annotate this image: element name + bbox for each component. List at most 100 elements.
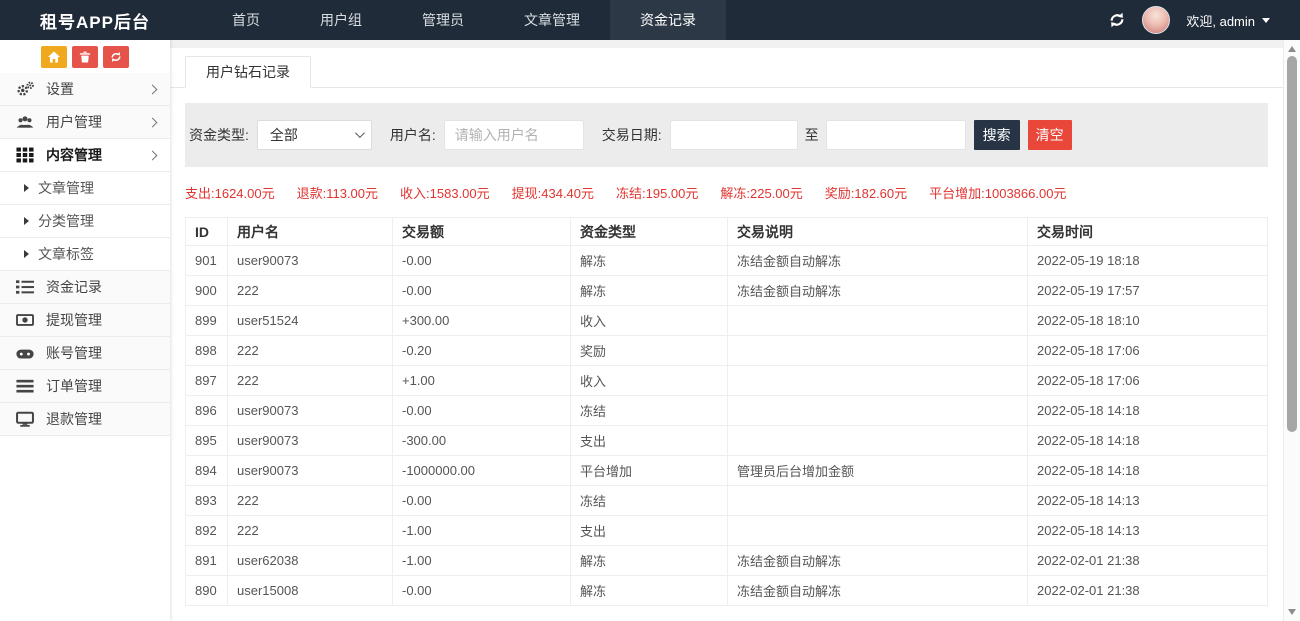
table-cell: 支出: [571, 426, 728, 456]
table-cell: [728, 366, 1028, 396]
table-row: 893222-0.00冻结2022-05-18 14:13: [186, 486, 1268, 516]
table-cell: 891: [186, 546, 228, 576]
sidebar-item-article-management[interactable]: 文章管理: [0, 172, 170, 205]
sidebar-item-withdrawal-management[interactable]: 提现管理: [0, 304, 170, 337]
search-button[interactable]: 搜索: [974, 120, 1020, 150]
sidebar-item-category-management[interactable]: 分类管理: [0, 205, 170, 238]
refresh-icon[interactable]: [1108, 11, 1126, 29]
sidebar-item-user-management[interactable]: 用户管理: [0, 106, 170, 139]
table-cell: 2022-02-01 21:38: [1028, 576, 1268, 606]
table-cell: 2022-05-18 14:18: [1028, 426, 1268, 456]
column-header: 资金类型: [571, 218, 728, 246]
grid-icon: [16, 147, 38, 163]
date-from-input[interactable]: [670, 120, 798, 150]
nav-item-article-management[interactable]: 文章管理: [494, 0, 610, 40]
nav-item-fund-records[interactable]: 资金记录: [610, 0, 726, 40]
sidebar-item-content-management[interactable]: 内容管理: [0, 139, 170, 172]
table-row: 892222-1.00支出2022-05-18 14:13: [186, 516, 1268, 546]
summary-stats: 支出:1624.00元退款:113.00元收入:1583.00元提现:434.4…: [185, 183, 1268, 202]
table-header-row: ID用户名交易额资金类型交易说明交易时间: [186, 218, 1268, 246]
avatar[interactable]: [1142, 6, 1170, 34]
gamepad-icon: [16, 345, 38, 361]
date-to-input[interactable]: [826, 120, 966, 150]
chevron-right-icon: [148, 117, 158, 127]
table-cell: 冻结金额自动解冻: [728, 546, 1028, 576]
table-cell: user90073: [228, 456, 393, 486]
sidebar-item-label: 账号管理: [46, 343, 102, 363]
triangle-right-icon: [24, 250, 29, 258]
sidebar-item-label: 内容管理: [46, 145, 102, 165]
username-input[interactable]: [444, 120, 584, 150]
sidebar-item-label: 资金记录: [46, 277, 102, 297]
table-cell: 冻结: [571, 396, 728, 426]
table-cell: 支出: [571, 516, 728, 546]
triangle-right-icon: [24, 217, 29, 225]
recycle-button[interactable]: [103, 46, 129, 68]
table-cell: 222: [228, 516, 393, 546]
table-row: 895user90073-300.00支出2022-05-18 14:18: [186, 426, 1268, 456]
table-cell: 冻结金额自动解冻: [728, 276, 1028, 306]
sidebar-item-settings[interactable]: 设置: [0, 73, 170, 106]
records-table: ID用户名交易额资金类型交易说明交易时间 901user90073-0.00解冻…: [185, 217, 1268, 606]
table-cell: -1.00: [393, 516, 571, 546]
stat-item: 提现:434.40元: [512, 183, 594, 202]
sidebar-item-article-tags[interactable]: 文章标签: [0, 238, 170, 271]
date-label: 交易日期:: [602, 125, 662, 145]
sidebar-item-fund-records[interactable]: 资金记录: [0, 271, 170, 304]
table-cell: -0.00: [393, 576, 571, 606]
stat-item: 平台增加:1003866.00元: [929, 183, 1066, 202]
table-cell: [728, 486, 1028, 516]
table-cell: -300.00: [393, 426, 571, 456]
table-cell: 892: [186, 516, 228, 546]
scroll-down-arrow-icon[interactable]: [1288, 609, 1296, 615]
chevron-right-icon: [148, 84, 158, 94]
monitor-icon: [16, 411, 38, 427]
sidebar-item-order-management[interactable]: 订单管理: [0, 370, 170, 403]
table-cell: -0.20: [393, 336, 571, 366]
clear-cache-button[interactable]: [72, 46, 98, 68]
home-icon: [48, 51, 60, 63]
column-header: 交易额: [393, 218, 571, 246]
sidebar-item-account-management[interactable]: 账号管理: [0, 337, 170, 370]
nav-item-home[interactable]: 首页: [202, 0, 290, 40]
app-title: 租号APP后台: [0, 8, 174, 33]
table-row: 891user62038-1.00解冻冻结金额自动解冻2022-02-01 21…: [186, 546, 1268, 576]
nav-item-user-groups[interactable]: 用户组: [290, 0, 392, 40]
table-cell: 收入: [571, 306, 728, 336]
sidebar-item-label: 文章标签: [38, 244, 94, 264]
tab-user-diamond-records[interactable]: 用户钻石记录: [185, 56, 311, 88]
table-row: 896user90073-0.00冻结2022-05-18 14:18: [186, 396, 1268, 426]
table-cell: 2022-05-18 17:06: [1028, 336, 1268, 366]
recycle-icon: [110, 51, 122, 63]
chevron-down-icon: [1262, 18, 1270, 23]
table-cell: -0.00: [393, 246, 571, 276]
users-icon: [16, 114, 38, 130]
stat-item: 解冻:225.00元: [720, 183, 802, 202]
user-menu[interactable]: 欢迎, admin: [1186, 11, 1270, 30]
bars-icon: [16, 378, 38, 394]
home-button[interactable]: [41, 46, 67, 68]
sidebar-item-refund-management[interactable]: 退款管理: [0, 403, 170, 436]
nav-item-administrators[interactable]: 管理员: [392, 0, 494, 40]
table-cell: [728, 426, 1028, 456]
table-cell: 896: [186, 396, 228, 426]
table-cell: 奖励: [571, 336, 728, 366]
chevron-down-icon: [355, 128, 365, 138]
fund-type-label: 资金类型:: [189, 125, 249, 145]
sidebar-quick-buttons: [0, 40, 170, 73]
scrollbar-thumb[interactable]: [1287, 56, 1297, 432]
table-cell: 2022-05-18 18:10: [1028, 306, 1268, 336]
table-cell: user90073: [228, 396, 393, 426]
scroll-up-arrow-icon[interactable]: [1288, 46, 1296, 52]
table-cell: user15008: [228, 576, 393, 606]
table-row: 897222+1.00收入2022-05-18 17:06: [186, 366, 1268, 396]
stat-item: 退款:113.00元: [297, 183, 378, 202]
clear-button[interactable]: 清空: [1028, 120, 1072, 150]
column-header: 交易说明: [728, 218, 1028, 246]
vertical-scrollbar[interactable]: [1283, 40, 1300, 621]
table-cell: 收入: [571, 366, 728, 396]
money-icon: [16, 312, 38, 328]
fund-type-select[interactable]: 全部: [257, 120, 372, 150]
table-cell: -0.00: [393, 396, 571, 426]
table-cell: 解冻: [571, 546, 728, 576]
